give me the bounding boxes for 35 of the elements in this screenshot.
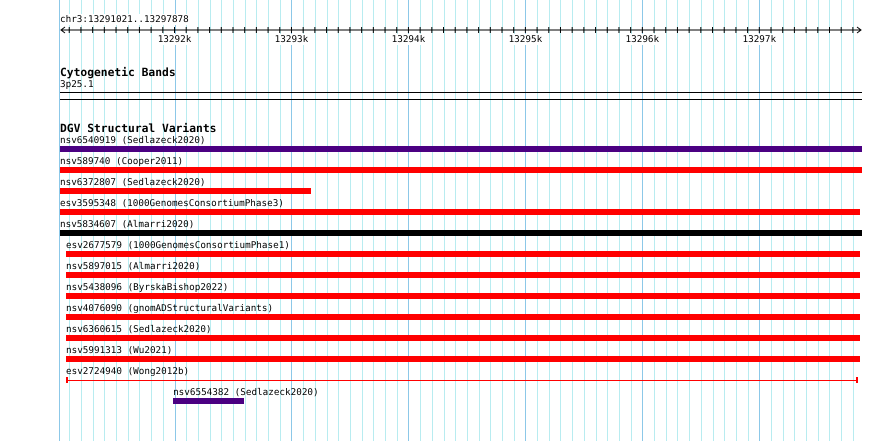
variant-bar[interactable] [173,398,244,404]
variant-bar[interactable] [66,293,860,299]
variant-bar[interactable] [66,335,860,341]
track-title: DGV Structural Variants [60,123,216,135]
tick-label: 13293k [274,34,308,45]
feature-label: nsv6554382 (Sedlazeck2020) [173,387,319,398]
track-title: Cytogenetic Bands [60,67,176,79]
feature-label: nsv4076090 (gnomADStructuralVariants) [66,303,274,314]
feature-label: esv2677579 (1000GenomesConsortiumPhase1) [66,240,290,251]
feature-label: nsv5834607 (Almarri2020) [60,219,194,230]
variant-bar[interactable] [66,272,860,278]
feature-label: esv3595348 (1000GenomesConsortiumPhase3) [60,198,284,209]
variant-bar[interactable] [66,356,860,362]
feature-label: nsv589740 (Cooper2011) [60,156,184,167]
tick-label: 13292k [158,34,192,45]
band-label: 3p25.1 [60,79,94,90]
feature-label: esv2724940 (Wong2012b) [66,366,190,377]
variant-bar[interactable] [66,251,860,257]
feature-label: nsv5897015 (Almarri2020) [66,261,200,272]
variant-bar[interactable] [60,230,862,236]
feature-label: nsv6540919 (Sedlazeck2020) [60,135,206,146]
feature-label: nsv6360615 (Sedlazeck2020) [66,324,212,335]
variant-bar[interactable] [60,167,862,173]
feature-label: nsv5991313 (Wu2021) [66,345,172,356]
variant-bar[interactable] [60,209,860,215]
feature-label: nsv5438096 (ByrskaBishop2022) [66,282,228,293]
variant-bar[interactable] [66,314,860,320]
tick-label: 13297k [742,34,776,45]
location-label: chr3:13291021..13297878 [60,14,189,25]
tick-label: 13295k [508,34,542,45]
variant-bar[interactable] [60,146,862,152]
tick-label: 13294k [392,34,426,45]
tick-label: 13296k [626,34,660,45]
variant-bar[interactable] [60,188,312,194]
feature-label: nsv6372807 (Sedlazeck2020) [60,177,206,188]
